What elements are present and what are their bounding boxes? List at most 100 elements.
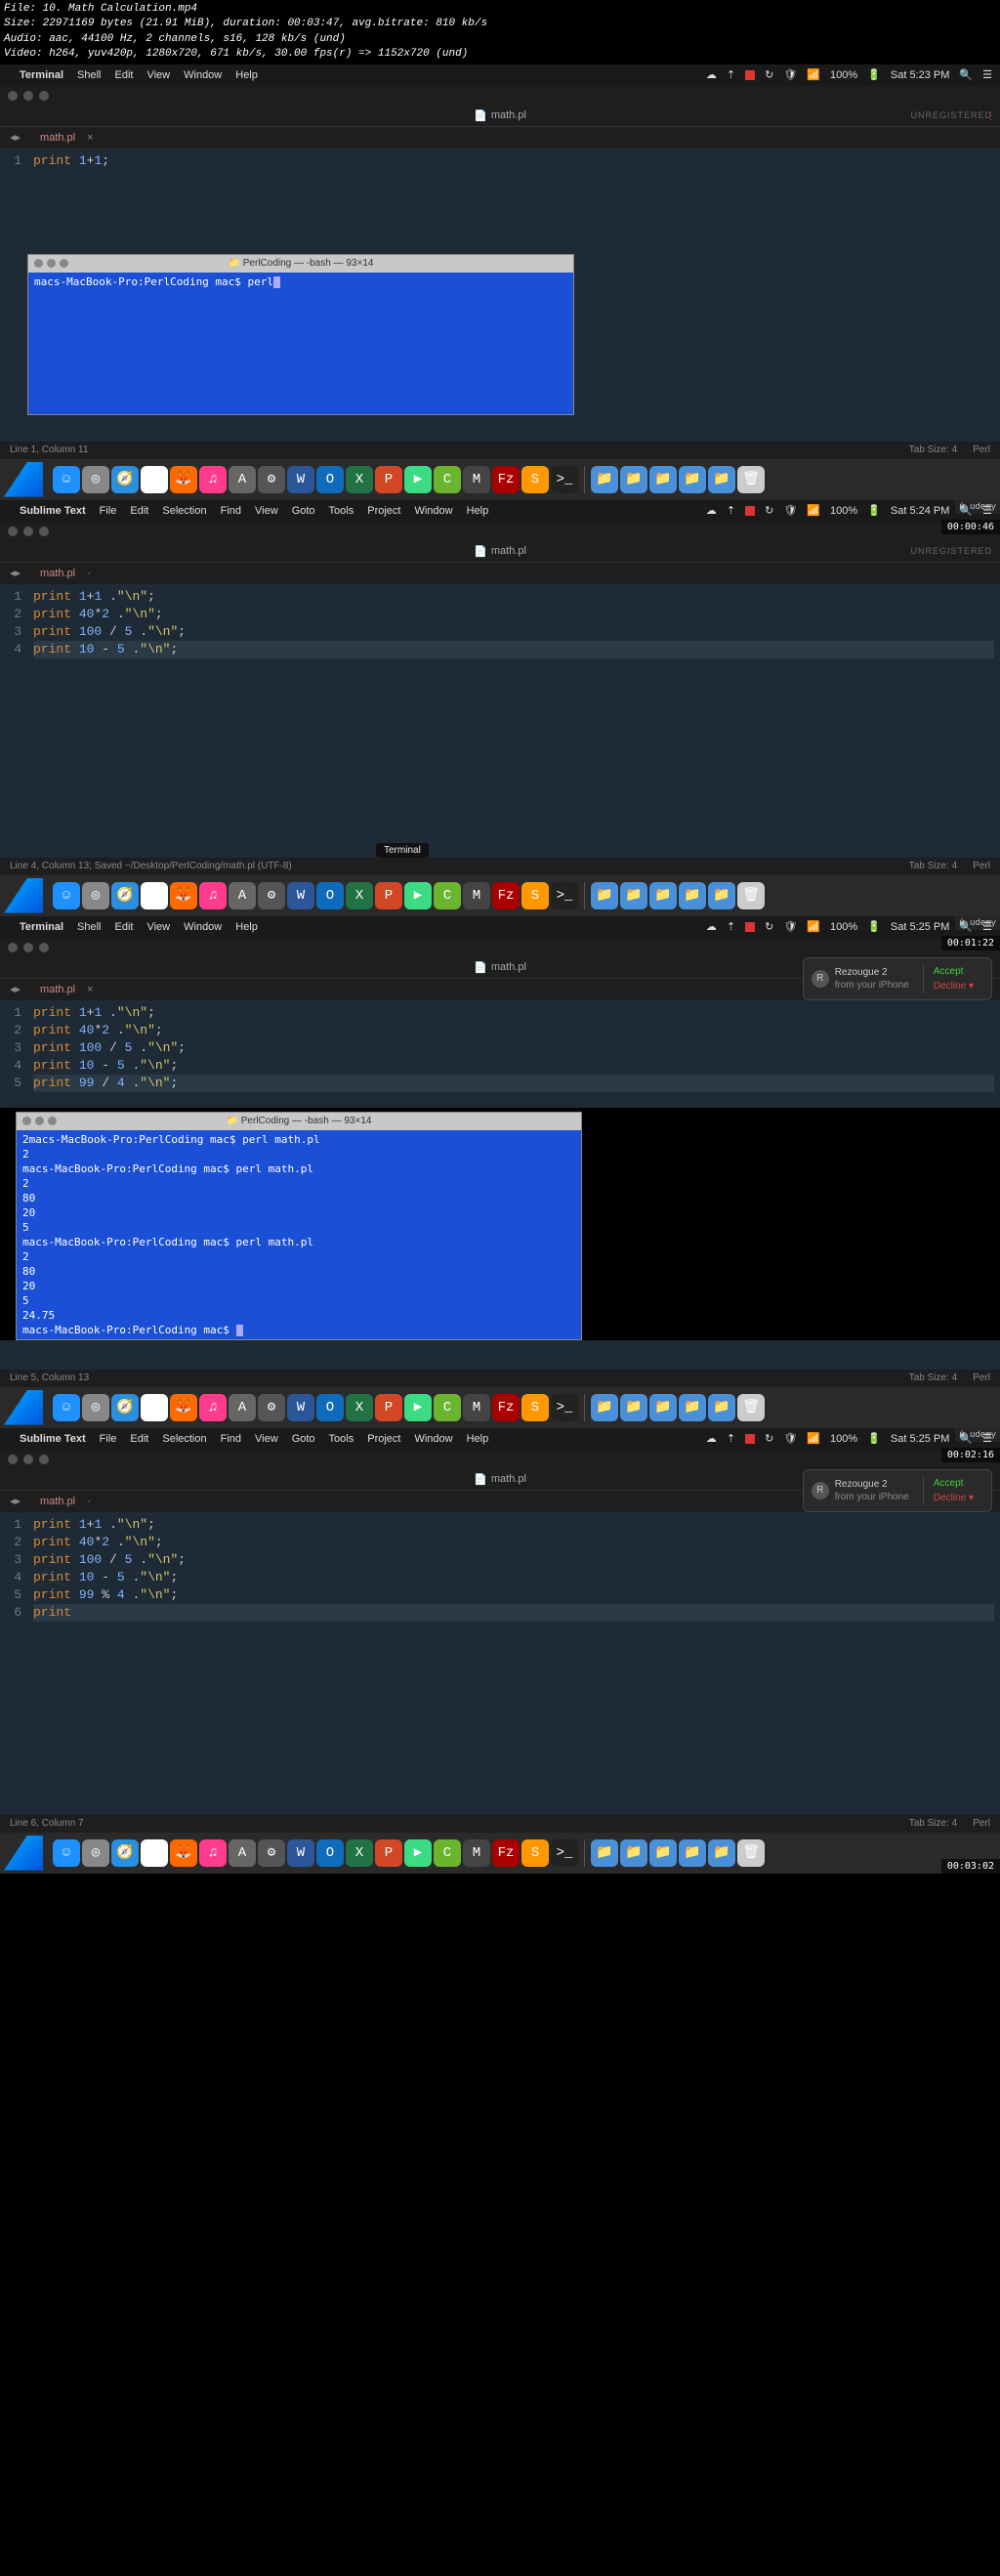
dock-outlook[interactable]: O <box>316 882 344 909</box>
close-icon[interactable] <box>34 259 43 268</box>
dock-excel[interactable]: X <box>346 882 373 909</box>
dock-folder4[interactable]: 📁 <box>679 466 706 493</box>
battery-icon[interactable]: 🔋 <box>867 504 881 517</box>
dock-folder5[interactable]: 📁 <box>708 1394 735 1421</box>
dock-powerpoint[interactable]: P <box>375 1394 402 1421</box>
menu-file[interactable]: File <box>100 505 117 517</box>
dock-filezilla[interactable]: Fz <box>492 1394 520 1421</box>
menu-help[interactable]: Help <box>235 69 258 81</box>
clock[interactable]: Sat 5:24 PM <box>891 505 950 517</box>
hotspot-notification[interactable]: R Rezougue 2from your iPhone AcceptDecli… <box>803 957 992 1000</box>
dock-folder1[interactable]: 📁 <box>591 882 618 909</box>
dock-finder[interactable]: ☺ <box>53 1839 80 1867</box>
dock-word[interactable]: W <box>287 466 314 493</box>
record-icon[interactable] <box>745 506 755 516</box>
sync-icon[interactable]: ↻ <box>765 68 773 81</box>
cloud-icon[interactable]: ☁ <box>706 68 717 81</box>
record-icon[interactable] <box>745 922 755 932</box>
close-icon[interactable] <box>8 91 18 101</box>
dock-mamp[interactable]: M <box>463 882 490 909</box>
minimize-icon[interactable] <box>23 943 33 952</box>
dock-folder2[interactable]: 📁 <box>620 466 647 493</box>
dock-folder5[interactable]: 📁 <box>708 1839 735 1867</box>
dock-terminal[interactable]: >_ <box>551 466 578 493</box>
menu-file[interactable]: File <box>100 1433 117 1445</box>
dock-filezilla[interactable]: Fz <box>492 882 520 909</box>
battery-icon[interactable]: 🔋 <box>867 68 881 81</box>
dock-appstore[interactable]: A <box>229 882 256 909</box>
dock-launchpad[interactable]: ◎ <box>82 466 109 493</box>
close-icon[interactable] <box>22 1117 31 1125</box>
dock-terminal[interactable]: >_ <box>551 882 578 909</box>
dock-launchpad[interactable]: ◎ <box>82 882 109 909</box>
dock-launchpad[interactable]: ◎ <box>82 1394 109 1421</box>
menu-view[interactable]: View <box>146 69 170 81</box>
tab-back-icon[interactable]: ◂▸ <box>10 131 21 144</box>
app-name[interactable]: Terminal <box>20 69 63 81</box>
dock-powerpoint[interactable]: P <box>375 882 402 909</box>
dock-chrome[interactable]: ◉ <box>141 1839 168 1867</box>
dock-itunes[interactable]: ♫ <box>199 466 227 493</box>
dock-launchpad[interactable]: ◎ <box>82 1839 109 1867</box>
tab-close-icon[interactable]: × <box>87 984 93 995</box>
dock-sublime[interactable]: S <box>521 1394 549 1421</box>
tab-size[interactable]: Tab Size: 4 <box>909 444 957 455</box>
dock-firefox[interactable]: 🦊 <box>170 466 197 493</box>
dock-chrome[interactable]: ◉ <box>141 882 168 909</box>
maximize-icon[interactable] <box>39 91 49 101</box>
menu-tools[interactable]: Tools <box>329 505 354 517</box>
clock[interactable]: Sat 5:25 PM <box>891 1433 950 1445</box>
dock-settings[interactable]: ⚙ <box>258 466 285 493</box>
dock-terminal[interactable]: >_ <box>551 1394 578 1421</box>
minimize-icon[interactable] <box>23 1455 33 1464</box>
tab-size[interactable]: Tab Size: 4 <box>909 1818 957 1829</box>
dock-safari[interactable]: 🧭 <box>111 466 139 493</box>
menu-window[interactable]: Window <box>184 921 222 933</box>
battery-icon[interactable]: 🔋 <box>867 920 881 933</box>
dock-firefox[interactable]: 🦊 <box>170 1839 197 1867</box>
terminal-body[interactable]: 2macs-MacBook-Pro:PerlCoding mac$ perl m… <box>17 1130 581 1339</box>
sync-icon[interactable]: ↻ <box>765 920 773 933</box>
battery-icon[interactable]: 🔋 <box>867 1432 881 1445</box>
dock-outlook[interactable]: O <box>316 466 344 493</box>
menu-goto[interactable]: Goto <box>292 505 315 517</box>
dock-finder[interactable]: ☺ <box>53 1394 80 1421</box>
close-icon[interactable] <box>8 527 18 536</box>
menu-help[interactable]: Help <box>467 1433 489 1445</box>
dock-finder[interactable]: ☺ <box>53 466 80 493</box>
minimize-icon[interactable] <box>47 259 56 268</box>
dock-appstore[interactable]: A <box>229 1394 256 1421</box>
tab-back-icon[interactable]: ◂▸ <box>10 983 21 995</box>
tab-size[interactable]: Tab Size: 4 <box>909 1372 957 1383</box>
editor[interactable]: 12345print 1+1 ."\n";print 40*2 ."\n";pr… <box>0 1000 1000 1108</box>
tab-math[interactable]: math.pl <box>40 132 75 144</box>
menu-project[interactable]: Project <box>367 505 400 517</box>
dock-settings[interactable]: ⚙ <box>258 882 285 909</box>
upload-icon[interactable]: ⇡ <box>727 1432 735 1445</box>
editor[interactable]: 1234print 1+1 ."\n";print 40*2 ."\n";pri… <box>0 584 1000 858</box>
upload-icon[interactable]: ⇡ <box>727 920 735 933</box>
dock-sublime[interactable]: S <box>521 1839 549 1867</box>
dock-folder1[interactable]: 📁 <box>591 466 618 493</box>
dock-folder5[interactable]: 📁 <box>708 466 735 493</box>
menu-shell[interactable]: Shell <box>77 69 101 81</box>
dock-excel[interactable]: X <box>346 1839 373 1867</box>
sync-icon[interactable]: ↻ <box>765 504 773 517</box>
wifi-icon[interactable]: 📶 <box>807 1432 820 1445</box>
dock-android[interactable]: ▶ <box>404 1839 432 1867</box>
syntax-lang[interactable]: Perl <box>973 861 990 871</box>
close-icon[interactable] <box>8 1455 18 1464</box>
minimize-icon[interactable] <box>35 1117 44 1125</box>
shield-icon[interactable]: 🛡 <box>783 920 797 933</box>
dock-chrome[interactable]: ◉ <box>141 1394 168 1421</box>
menu-help[interactable]: Help <box>467 505 489 517</box>
menu-view[interactable]: View <box>255 1433 278 1445</box>
dock-filezilla[interactable]: Fz <box>492 466 520 493</box>
tab-math[interactable]: math.pl <box>40 568 75 579</box>
dock-folder3[interactable]: 📁 <box>649 1839 677 1867</box>
syntax-lang[interactable]: Perl <box>973 444 990 455</box>
cloud-icon[interactable]: ☁ <box>706 1432 717 1445</box>
maximize-icon[interactable] <box>60 259 68 268</box>
maximize-icon[interactable] <box>39 1455 49 1464</box>
dock-excel[interactable]: X <box>346 1394 373 1421</box>
